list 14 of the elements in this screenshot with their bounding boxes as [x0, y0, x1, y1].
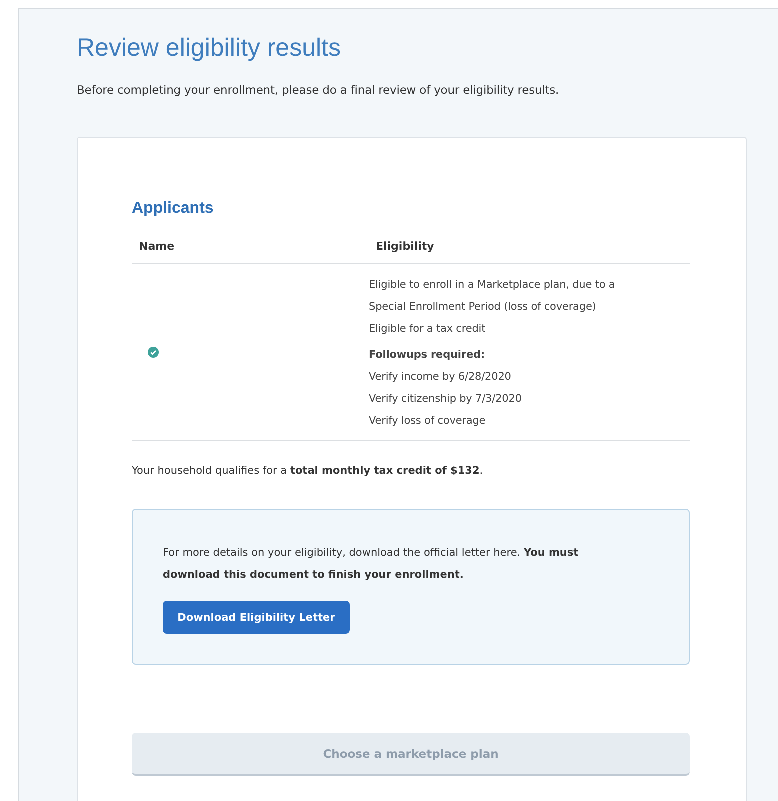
column-header: Eligibility: [375, 240, 436, 255]
eligibility-text: Eligible for a tax credit: [369, 322, 486, 337]
column-header: Name: [138, 240, 176, 255]
followup-text: Verify income by 6/28/2020: [369, 370, 512, 385]
section-heading: Applicants: [132, 200, 215, 218]
download-button[interactable]: Download Eligibility Letter: [163, 601, 350, 634]
summary-text: Your household qualifies for a total monthly tax credit of $132.: [132, 465, 484, 477]
intro-text: Before completing your enrollment, please do a final review of your eligibility results.: [77, 83, 560, 97]
eligibility-text: Eligible to enroll in a Marketplace plan, due to a Special Enrollment Period (loss of coverage): [369, 278, 616, 315]
followup-text: Verify loss of coverage: [369, 414, 486, 429]
followups-heading: Followups required:: [369, 348, 485, 363]
info-text: For more details on your eligibility, download the official letter here. You must download this document to finish your enrollment.: [163, 546, 580, 583]
page-title: Review eligibility results: [77, 34, 342, 63]
followup-text: Verify citizenship by 7/3/2020: [369, 392, 522, 407]
